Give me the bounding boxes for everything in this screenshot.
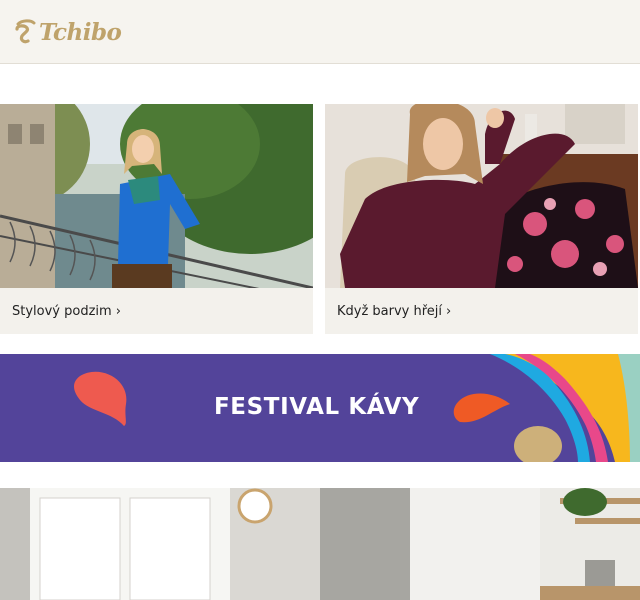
kitchen-hero-image[interactable] xyxy=(0,488,640,600)
tile-caption-text: Když barvy hřejí xyxy=(337,304,443,319)
brand-wordmark: Tchibo xyxy=(39,18,122,46)
promo-tile-warm-colors[interactable]: Když barvy hřejí › xyxy=(325,104,638,334)
tile-caption-warm-colors[interactable]: Když barvy hřejí › xyxy=(337,304,451,319)
coffee-bean-icon xyxy=(15,19,36,44)
coffee-festival-banner[interactable]: FESTIVAL KÁVY xyxy=(0,354,640,462)
chevron-right-icon: › xyxy=(115,304,121,319)
site-header: Tchibo xyxy=(0,0,640,64)
warm-colors-photo xyxy=(325,104,638,288)
chevron-right-icon: › xyxy=(446,304,452,319)
tile-caption-text: Stylový podzim xyxy=(12,304,112,319)
tile-caption-autumn-style[interactable]: Stylový podzim › xyxy=(12,304,121,319)
autumn-style-photo xyxy=(0,104,313,288)
promo-tile-autumn-style[interactable]: Stylový podzim › xyxy=(0,104,313,334)
tchibo-logo[interactable]: Tchibo xyxy=(14,12,138,52)
banner-title: FESTIVAL KÁVY xyxy=(214,394,420,420)
